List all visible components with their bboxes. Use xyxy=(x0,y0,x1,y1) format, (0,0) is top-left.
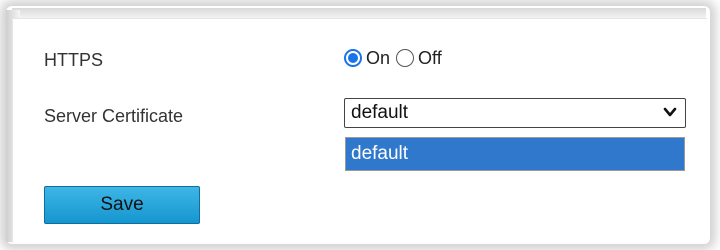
https-on-radio[interactable] xyxy=(344,49,362,67)
server-certificate-label: Server Certificate xyxy=(44,106,184,126)
top-border xyxy=(12,8,706,18)
dropdown-option-label: default xyxy=(351,143,409,164)
https-off-radio[interactable] xyxy=(396,49,415,67)
https-on-label[interactable]: On xyxy=(366,48,390,69)
settings-window: HTTPS On Off Server Certificate default … xyxy=(0,0,720,250)
https-label: HTTPS xyxy=(44,50,104,70)
server-certificate-select[interactable]: default xyxy=(344,98,686,128)
chevron-down-icon[interactable] xyxy=(663,105,677,119)
server-certificate-selected-value: default xyxy=(351,102,409,123)
save-button[interactable]: Save xyxy=(44,186,200,224)
https-off-label[interactable]: Off xyxy=(418,48,442,69)
server-certificate-option[interactable]: default xyxy=(345,137,685,171)
https-radio-group: On Off xyxy=(344,46,448,70)
